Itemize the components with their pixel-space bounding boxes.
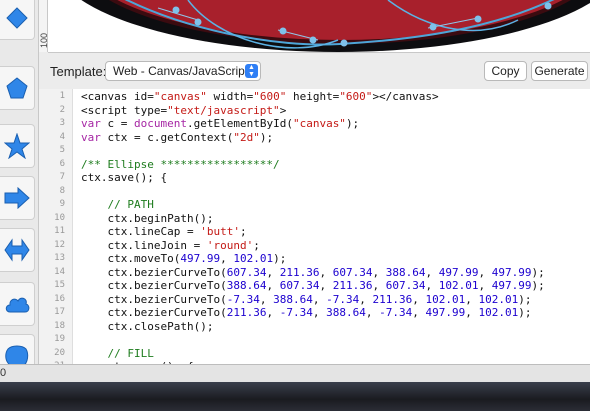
- line-number: 12: [54, 239, 65, 250]
- code-line: 10 ctx.beginPath();: [39, 212, 590, 226]
- app-window: 10 0 Template: Web - Canvas/JavaScript ▲ ▼: [0, 0, 590, 382]
- code-text: var ctx = c.getContext("2d");: [81, 130, 274, 144]
- code-line: 18 ctx.closePath();: [39, 320, 590, 334]
- code-text: ctx.bezierCurveTo(388.64, 607.34, 211.36…: [81, 279, 545, 292]
- star-shape-button[interactable]: [0, 124, 35, 168]
- code-text: <canvas id="canvas" width="600" height="…: [81, 90, 439, 103]
- code-text: ctx.save(); {: [81, 171, 168, 184]
- code-text: // PATH: [81, 198, 154, 211]
- status-bar: 0: [0, 364, 590, 382]
- line-number: 9: [59, 199, 65, 209]
- code-text: ctx.bezierCurveTo(-7.34, 388.64, -7.34, …: [81, 292, 532, 306]
- line-number: 2: [59, 104, 65, 115]
- code-line: 20 // FILL: [39, 347, 590, 361]
- line-number: 16: [54, 293, 65, 304]
- template-bar: Template: Web - Canvas/JavaScript ▲ ▼ Cop…: [39, 53, 590, 90]
- code-line: 11 ctx.lineCap = 'butt';: [39, 225, 590, 239]
- pentagon-shape-button[interactable]: [0, 66, 35, 110]
- code-text: ctx.bezierCurveTo(211.36, -7.34, 388.64,…: [81, 306, 532, 319]
- code-text: ctx.closePath();: [81, 319, 214, 333]
- code-line: 9 // PATH: [39, 198, 590, 212]
- copy-button[interactable]: Copy: [484, 61, 527, 81]
- code-line: 8: [39, 185, 590, 199]
- shape-palette: [0, 0, 39, 378]
- right-arrow-shape-icon: [4, 187, 30, 209]
- drawing-canvas[interactable]: [48, 0, 590, 53]
- status-text: 0: [0, 367, 7, 379]
- ellipse-drawing: [81, 0, 590, 52]
- code-line: 3 var c = document.getElementById("canvas…: [39, 117, 590, 131]
- code-text: ctx.lineJoin = 'round';: [81, 238, 260, 252]
- code-editor[interactable]: 1 <canvas id="canvas" width="600" height=…: [39, 89, 590, 364]
- code-text: ctx.lineCap = 'butt';: [81, 225, 247, 238]
- line-number: 10: [54, 212, 65, 223]
- template-select[interactable]: Web - Canvas/JavaScript ▲ ▼: [105, 61, 261, 81]
- code-line: 2 <script type="text/javascript">: [39, 104, 590, 118]
- diamond-shape-button[interactable]: [0, 0, 35, 40]
- code-line: 13 ctx.moveTo(497.99, 102.01);: [39, 252, 590, 266]
- line-number: 6: [59, 158, 65, 169]
- code-line: 5: [39, 144, 590, 158]
- code-text: var c = document.getElementById("canvas"…: [81, 117, 360, 130]
- line-number: 18: [54, 320, 65, 331]
- code-line: 7 ctx.save(); {: [39, 171, 590, 185]
- code-line: 19: [39, 333, 590, 347]
- line-number: 15: [54, 280, 65, 290]
- line-number: 7: [59, 172, 65, 182]
- line-number: 8: [59, 185, 65, 196]
- line-number: 11: [54, 226, 65, 236]
- generate-button[interactable]: Generate: [531, 61, 588, 81]
- template-select-value: Web - Canvas/JavaScript: [113, 64, 249, 78]
- line-number: 20: [54, 347, 65, 358]
- code-line: 12 ctx.lineJoin = 'round';: [39, 239, 590, 253]
- code-line: 15 ctx.bezierCurveTo(388.64, 607.34, 211…: [39, 279, 590, 293]
- diamond-shape-icon: [6, 7, 28, 29]
- cloud-shape-icon: [5, 297, 30, 313]
- code-line: 6 /** Ellipse *****************/: [39, 158, 590, 172]
- line-number: 19: [54, 334, 65, 344]
- line-number: 3: [59, 118, 65, 128]
- code-line: 17 ctx.bezierCurveTo(211.36, -7.34, 388.…: [39, 306, 590, 320]
- code-text: ctx.bezierCurveTo(607.34, 211.36, 607.34…: [81, 265, 545, 279]
- code-line: 14 ctx.bezierCurveTo(607.34, 211.36, 607…: [39, 266, 590, 280]
- line-number: 4: [59, 131, 65, 142]
- line-number: 17: [54, 307, 65, 317]
- template-label: Template:: [50, 64, 107, 79]
- right-arrow-shape-button[interactable]: [0, 176, 35, 220]
- code-line: 1 <canvas id="canvas" width="600" height=…: [39, 90, 590, 104]
- code-line: 4 var ctx = c.getContext("2d");: [39, 131, 590, 145]
- select-stepper-icon: ▲ ▼: [245, 64, 258, 78]
- cloud-shape-button[interactable]: [0, 282, 35, 326]
- code-text: <script type="text/javascript">: [81, 103, 287, 117]
- code-text: /** Ellipse *****************/: [81, 157, 280, 171]
- code-text: ctx.moveTo(497.99, 102.01);: [81, 252, 287, 265]
- star-shape-icon: [4, 133, 30, 159]
- code-line: 16 ctx.bezierCurveTo(-7.34, 388.64, -7.3…: [39, 293, 590, 307]
- desktop-background: [0, 382, 590, 411]
- line-number: 14: [54, 266, 65, 277]
- code-text: // FILL: [81, 346, 154, 360]
- double-arrow-shape-button[interactable]: [0, 228, 35, 272]
- line-number: 13: [54, 253, 65, 263]
- double-arrow-shape-icon: [4, 238, 30, 262]
- line-number: 5: [59, 145, 65, 155]
- pentagon-shape-icon: [6, 77, 28, 99]
- code-text: ctx.beginPath();: [81, 211, 214, 225]
- line-number: 1: [59, 91, 65, 101]
